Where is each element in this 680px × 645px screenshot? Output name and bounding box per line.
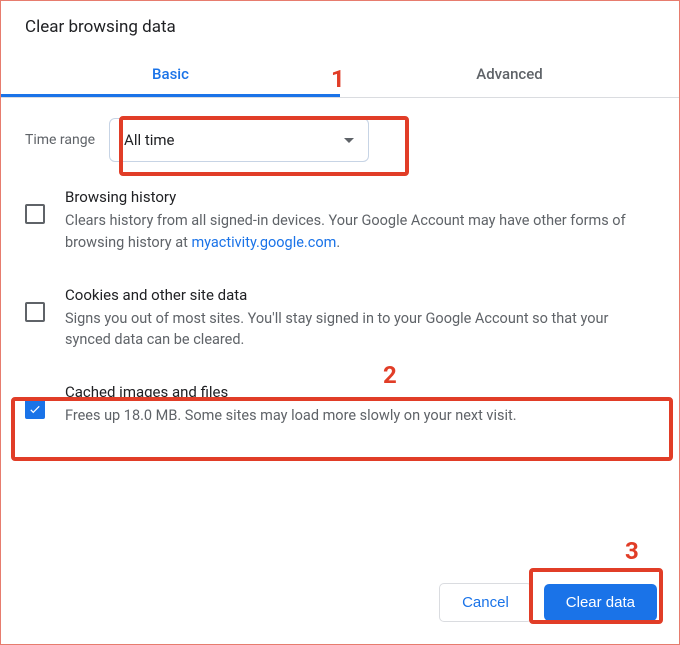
clear-browsing-data-dialog: Clear browsing data Basic Advanced Time … (1, 1, 679, 644)
time-range-select-wrap: All time (109, 118, 369, 162)
myactivity-link[interactable]: myactivity.google.com (191, 234, 336, 251)
time-range-row: Time range All time (25, 114, 655, 172)
option-cookies: Cookies and other site data Signs you ou… (25, 270, 655, 368)
tab-advanced[interactable]: Advanced (340, 51, 679, 97)
tab-basic[interactable]: Basic (1, 51, 340, 97)
browsing-history-title: Browsing history (65, 188, 655, 206)
tabs: Basic Advanced (1, 51, 679, 98)
cancel-button[interactable]: Cancel (439, 583, 532, 622)
time-range-label: Time range (25, 132, 95, 148)
cookies-checkbox[interactable] (25, 302, 45, 322)
tab-indicator (1, 94, 340, 97)
dialog-title: Clear browsing data (1, 1, 679, 51)
cookies-title: Cookies and other site data (65, 286, 655, 304)
time-range-selected: All time (124, 131, 174, 149)
button-bar: Cancel Clear data (439, 583, 657, 622)
time-range-select[interactable]: All time (109, 118, 369, 162)
browsing-history-desc: Clears history from all signed-in device… (65, 210, 655, 254)
clear-data-button[interactable]: Clear data (544, 584, 657, 621)
cookies-desc: Signs you out of most sites. You'll stay… (65, 308, 655, 352)
browsing-history-checkbox[interactable] (25, 204, 45, 224)
option-cache: Cached images and files Frees up 18.0 MB… (25, 367, 655, 443)
dialog-content: Time range All time Browsing history Cle… (1, 98, 679, 443)
cache-checkbox[interactable] (25, 399, 45, 419)
chevron-down-icon (344, 138, 354, 143)
annotation-label-3: 3 (625, 537, 639, 565)
cache-desc: Frees up 18.0 MB. Some sites may load mo… (65, 405, 655, 427)
cache-title: Cached images and files (65, 383, 655, 401)
option-browsing-history: Browsing history Clears history from all… (25, 172, 655, 270)
